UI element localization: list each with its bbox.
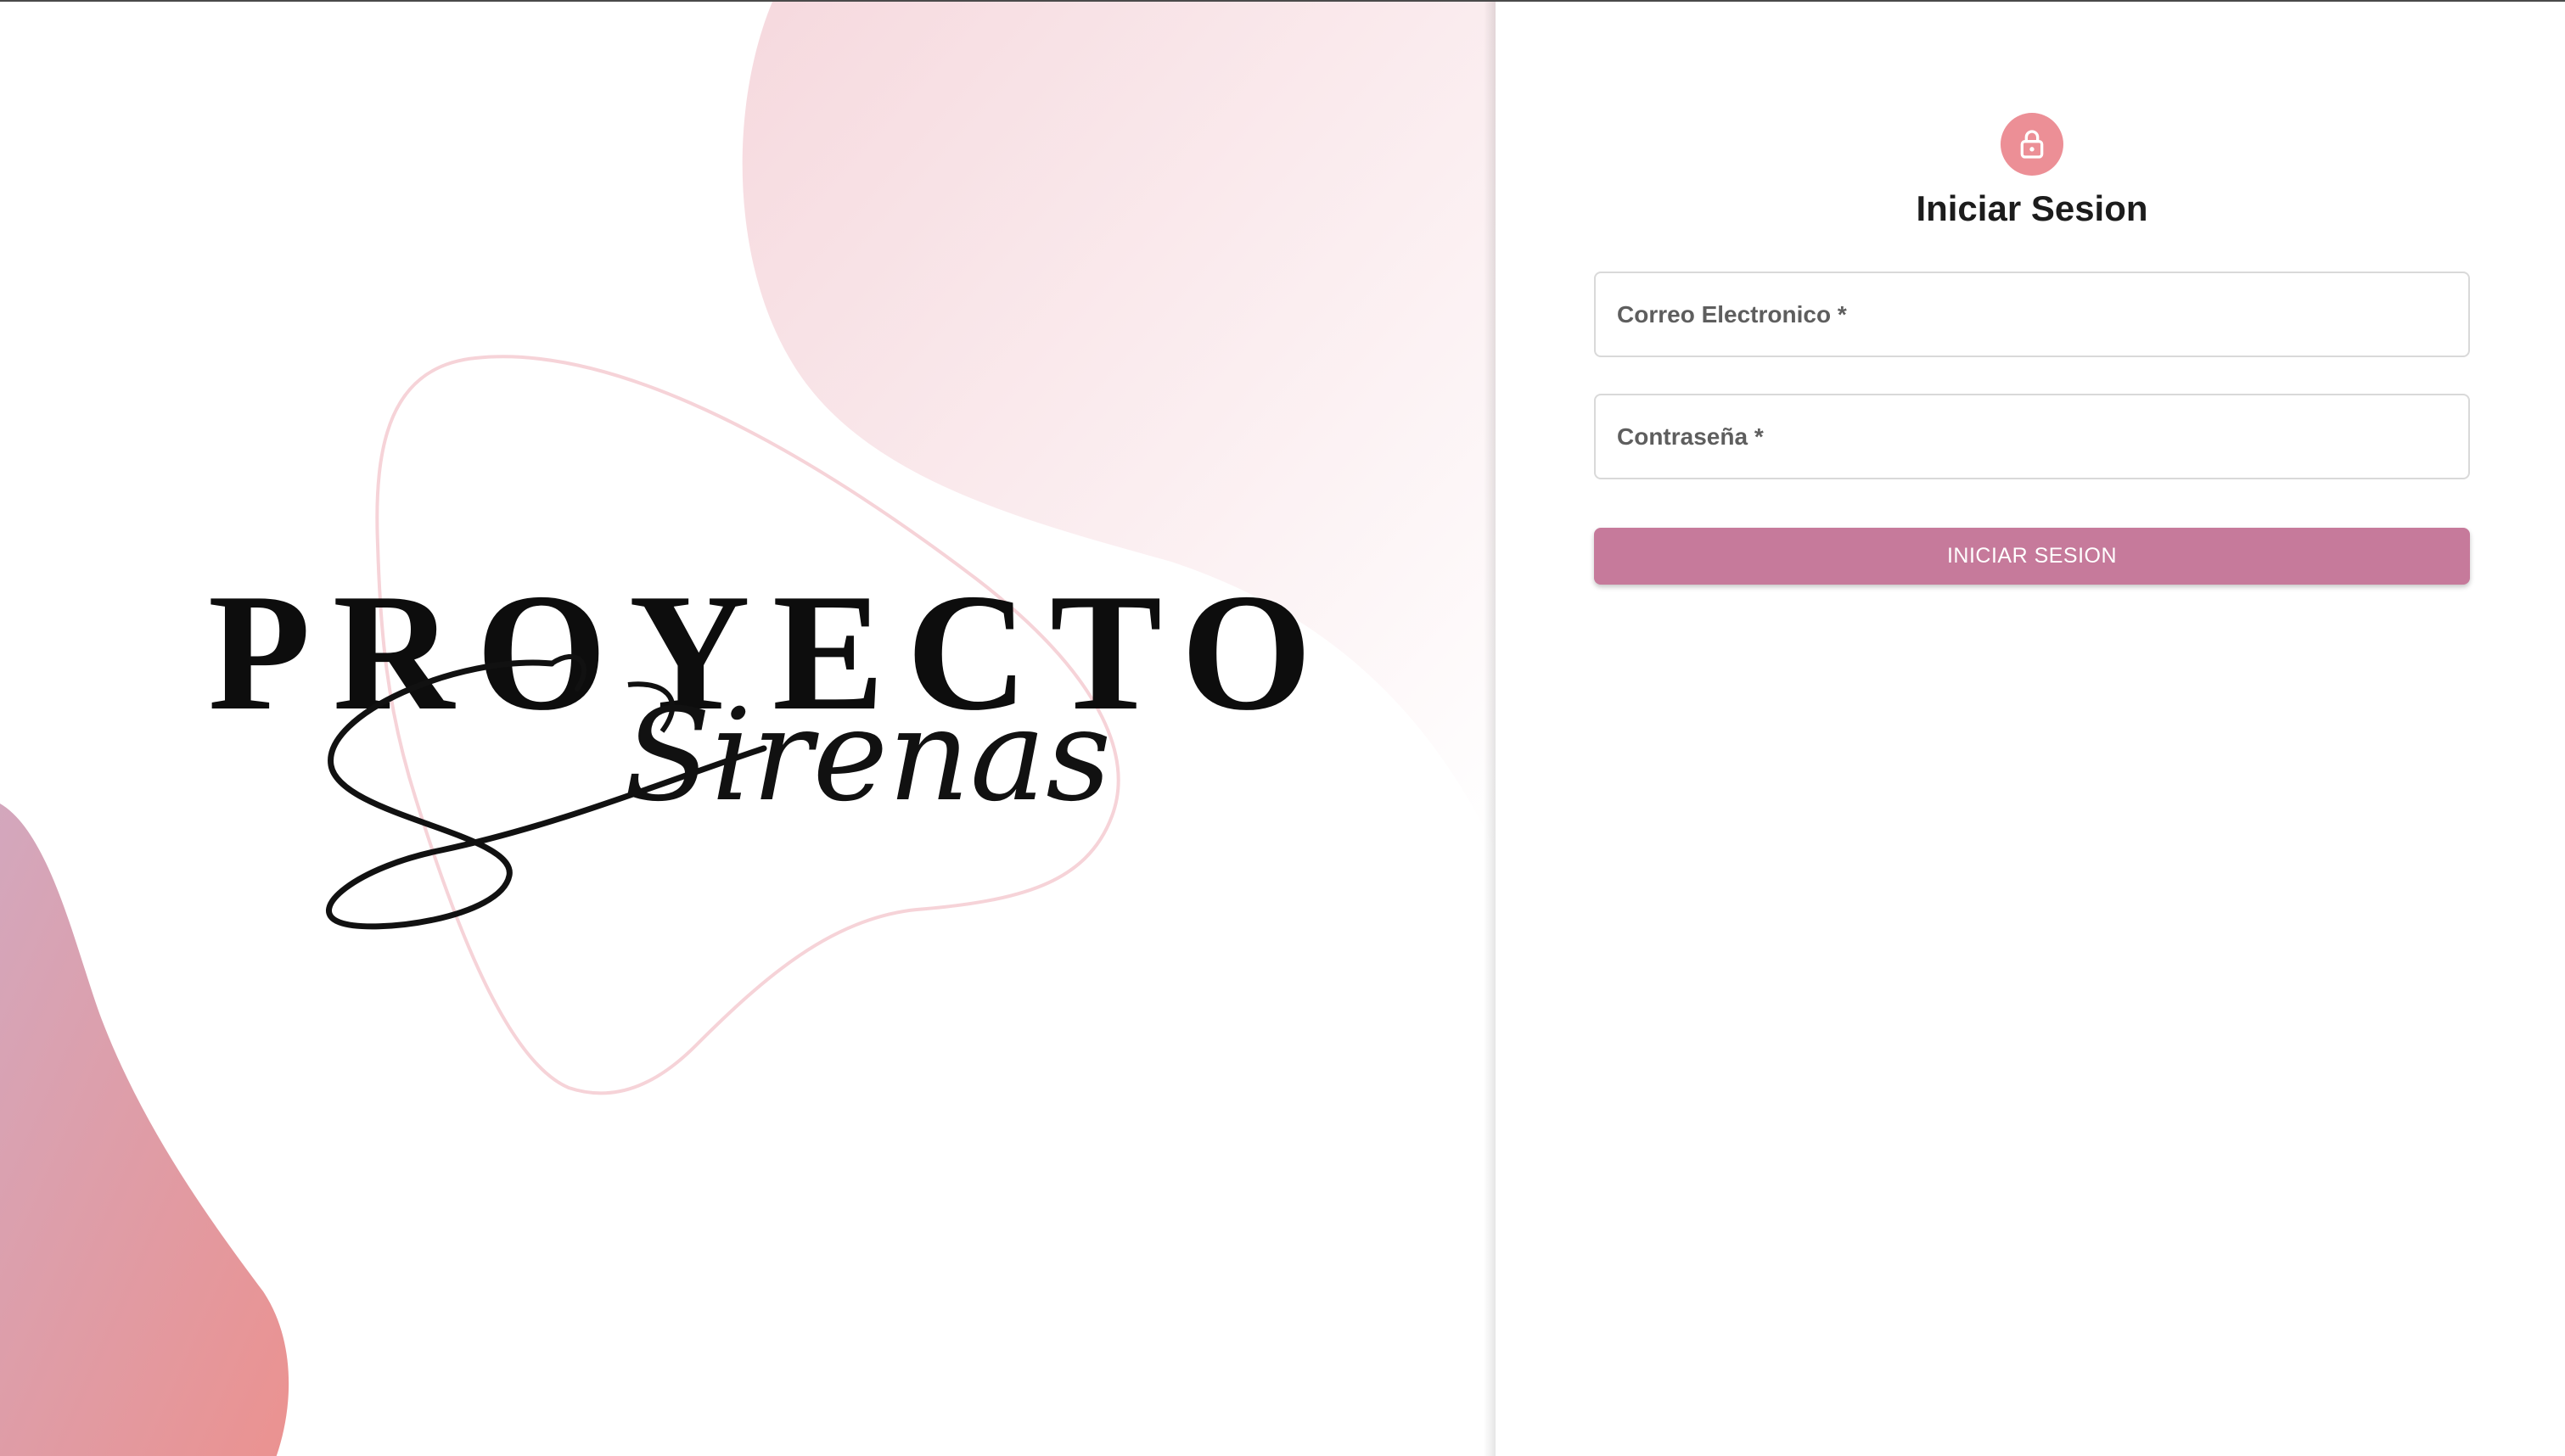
logo-script-text: Sirenas <box>624 682 1111 830</box>
login-panel: Iniciar Sesion Correo Electronico * Cont… <box>1496 2 2565 1456</box>
password-label: Contraseña * <box>1617 423 1764 450</box>
password-field[interactable]: Contraseña * <box>1594 394 2470 479</box>
login-title: Iniciar Sesion <box>1916 188 2148 228</box>
login-page: PROYECTO Sirenas Iniciar Sesion Correo E… <box>0 0 2565 1456</box>
lock-avatar <box>2001 113 2063 176</box>
panel-divider <box>1484 2 1496 1456</box>
email-label: Correo Electronico * <box>1617 300 1847 328</box>
hero-panel: PROYECTO Sirenas <box>0 2 1496 1456</box>
login-button[interactable]: INICIAR SESION <box>1594 528 2470 585</box>
logo-script: Sirenas <box>326 653 1111 930</box>
lock-icon <box>2020 130 2044 159</box>
email-field[interactable]: Correo Electronico * <box>1594 272 2470 357</box>
coral-blob <box>0 804 289 1456</box>
